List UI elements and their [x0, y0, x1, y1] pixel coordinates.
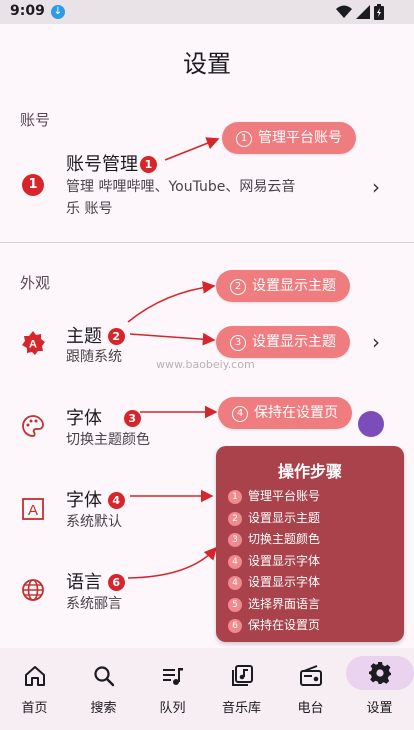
queue-icon [146, 661, 200, 691]
watermark: www.baobeiy.com [156, 358, 255, 371]
step-item: 3 切换主题颜色 [228, 529, 392, 551]
nav-queue[interactable]: 队列 [138, 648, 207, 730]
nav-radio[interactable]: 电台 [276, 648, 345, 730]
callout-set-theme-2: 3 设置显示主题 [216, 326, 350, 358]
step-item: 2 设置显示主题 [228, 508, 392, 530]
step-item: 6 保持在设置页 [228, 615, 392, 637]
nav-settings[interactable]: 设置 [345, 648, 414, 730]
gear-icon [345, 656, 414, 690]
step-item: 1 管理平台账号 [228, 486, 392, 508]
steps-panel: 操作步骤 1 管理平台账号 2 设置显示主题 3 切换主题颜色 4 设置显示字体 4 设置… [216, 446, 404, 642]
home-icon [8, 661, 62, 691]
library-icon [215, 661, 269, 691]
callout-stay-settings: 4 保持在设置页 [218, 397, 352, 429]
steps-title: 操作步骤 [277, 462, 342, 481]
search-icon [77, 661, 131, 691]
nav-search[interactable]: 搜索 [69, 648, 138, 730]
step-item: 4 设置显示字体 [228, 551, 392, 573]
floating-dot[interactable] [358, 411, 384, 437]
settings-screen: 9:09 ↓ 设置 账号 1 账号管理 1 管理 哔哩哔哩、YouTube、网易云… [0, 0, 414, 730]
nav-library[interactable]: 音乐库 [207, 648, 276, 730]
callout-set-theme: 2 设置显示主题 [216, 270, 350, 302]
nav-home[interactable]: 首页 [0, 648, 69, 730]
step-item: 4 设置显示字体 [228, 572, 392, 594]
step-item: 5 选择界面语言 [228, 594, 392, 616]
radio-icon [284, 661, 338, 691]
bottom-nav: 首页 搜索 队列 音乐库 电台 设置 [0, 648, 414, 730]
callout-manage-accounts: 1 管理平台账号 [222, 122, 356, 154]
